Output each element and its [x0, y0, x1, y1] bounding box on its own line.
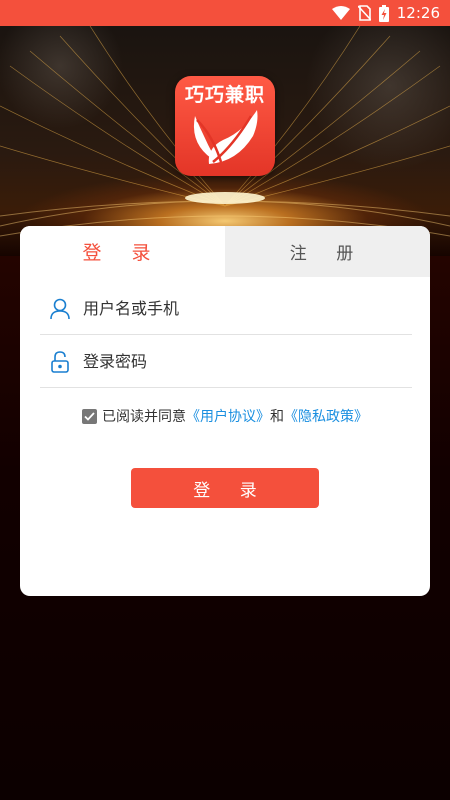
agreement-row: 已阅读并同意 《用户协议》 和 《隐私政策》	[82, 406, 368, 426]
auth-tabs: 登 录 注 册	[20, 226, 430, 277]
agreement-prefix: 已阅读并同意	[102, 409, 186, 425]
tab-register[interactable]: 注 册	[225, 226, 430, 277]
login-button[interactable]: 登 录	[131, 468, 319, 508]
password-input[interactable]	[83, 352, 383, 371]
no-sim-icon	[357, 5, 371, 21]
status-bar: 12:26	[0, 0, 450, 26]
username-input[interactable]	[83, 299, 383, 318]
agreement-checkbox[interactable]	[82, 408, 97, 424]
login-card: 登 录 注 册 已阅读并同意 《用户协议》 和 《隐私政策》 登	[20, 226, 430, 596]
username-field[interactable]	[40, 283, 412, 335]
wifi-icon	[331, 6, 350, 20]
privacy-policy-link[interactable]: 《隐私政策》	[284, 406, 368, 426]
tab-login[interactable]: 登 录	[20, 226, 225, 277]
lock-icon	[47, 349, 73, 375]
app-logo: 巧巧兼职	[175, 76, 275, 176]
checkbox-checked-icon	[84, 411, 95, 421]
user-agreement-link[interactable]: 《用户协议》	[186, 406, 270, 426]
battery-charging-icon	[378, 4, 389, 22]
app-logo-text: 巧巧兼职	[184, 84, 265, 106]
status-time: 12:26	[396, 4, 440, 22]
password-field[interactable]	[40, 336, 412, 388]
user-icon	[47, 296, 73, 322]
agreement-conjunction: 和	[270, 409, 284, 425]
